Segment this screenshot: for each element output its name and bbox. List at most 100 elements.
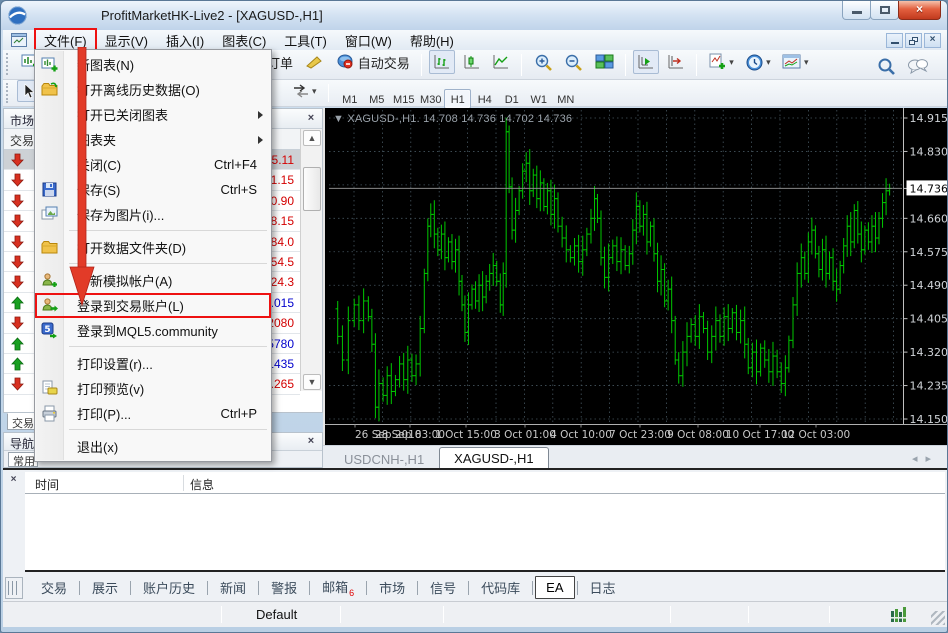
menubar-item-5[interactable]: 工具(T) — [275, 29, 336, 52]
terminal-tab-EA[interactable]: EA — [535, 576, 574, 599]
auto-scroll-icon — [637, 53, 655, 71]
terminal-header-row: 时间 信息 — [25, 472, 945, 494]
status-divider — [340, 606, 341, 623]
terminal-tab-邮箱[interactable]: 邮箱6 — [312, 574, 364, 601]
terminal-panel: × 时间 信息 交易展示账户历史新闻警报邮箱6市场信号代码库EA 日志 — [3, 468, 947, 601]
maximize-button[interactable] — [870, 1, 899, 20]
close-button[interactable]: × — [898, 1, 941, 20]
print-preview-icon — [41, 380, 58, 397]
chat-icon — [907, 57, 929, 75]
zoom-in-button[interactable] — [530, 50, 557, 74]
toolbar-grip-2[interactable] — [6, 83, 10, 103]
timeframe-button-h4[interactable]: H4 — [471, 89, 498, 109]
line-chart-mode-button[interactable] — [488, 50, 514, 74]
file-menu-item-15[interactable]: 打印设置(r)... — [35, 351, 271, 376]
mdi-restore-button[interactable] — [905, 33, 922, 48]
file-menu-item-19[interactable]: 退出(x) — [35, 434, 271, 459]
search-button[interactable] — [873, 54, 900, 78]
autotrading-label: 自动交易 — [358, 53, 410, 72]
market-watch-scrollbar[interactable]: ▲ ▼ — [300, 129, 322, 391]
menubar-item-7[interactable]: 帮助(H) — [401, 29, 463, 52]
time-column-header[interactable]: 时间 — [35, 476, 59, 493]
templates-dropdown-arrow[interactable]: ▾ — [804, 57, 809, 68]
indicators-button[interactable]: ▾ — [704, 50, 738, 74]
navigator-close-icon[interactable]: × — [304, 435, 318, 449]
timeframe-button-w1[interactable]: W1 — [525, 89, 552, 109]
autotrading-button[interactable]: 自动交易 — [332, 50, 414, 74]
svg-text:9 Oct 08:00: 9 Oct 08:00 — [667, 429, 729, 441]
terminal-tab-新闻[interactable]: 新闻 — [210, 575, 256, 600]
timeframe-button-d1[interactable]: D1 — [498, 89, 525, 109]
line-style-tool-button[interactable]: ▾ — [288, 80, 321, 102]
mql5-icon: 5 — [41, 322, 58, 339]
title-bar: ProfitMarketHK-Live2 - [XAGUSD-,H1] × — [1, 1, 948, 30]
price-chart[interactable]: 14.91514.83014.73614.66014.57514.49014.4… — [325, 108, 947, 445]
bar-chart-mode-button[interactable] — [429, 50, 455, 74]
tab-separator — [207, 581, 208, 595]
chart-tab-2[interactable]: XAGUSD-,H1 — [439, 447, 548, 469]
auto-scroll-button[interactable] — [633, 50, 659, 74]
market-watch-close-icon[interactable]: × — [304, 112, 318, 126]
scrollbar-thumb[interactable] — [303, 167, 321, 211]
chart-shift-button[interactable] — [663, 50, 689, 74]
terminal-tab-展示[interactable]: 展示 — [82, 575, 128, 600]
candlestick-mode-button[interactable] — [459, 50, 485, 74]
timeframe-button-m30[interactable]: M30 — [417, 89, 444, 109]
message-column-header[interactable]: 信息 — [190, 476, 214, 493]
svg-text:14.490: 14.490 — [910, 279, 948, 292]
terminal-close-icon[interactable]: × — [7, 474, 20, 487]
mdi-minimize-button[interactable] — [886, 33, 903, 48]
menu-bar: 文件(F)显示(V)插入(I)图表(C)工具(T)窗口(W)帮助(H) × — [3, 30, 947, 50]
terminal-grip-icon[interactable] — [5, 577, 23, 599]
terminal-tab-代码库[interactable]: 代码库 — [471, 575, 530, 600]
terminal-tab-交易[interactable]: 交易 — [31, 575, 77, 600]
timeframe-button-m15[interactable]: M15 — [390, 89, 417, 109]
tile-windows-button[interactable] — [591, 50, 618, 74]
maximize-icon — [880, 6, 890, 14]
chart-window[interactable]: 14.91514.83014.73614.66014.57514.49014.4… — [323, 108, 947, 445]
submenu-arrow-icon — [258, 136, 263, 144]
templates-button[interactable]: ▾ — [778, 50, 813, 74]
file-menu-item-16[interactable]: 打印预览(v) — [35, 376, 271, 401]
line-style-dropdown-arrow[interactable]: ▾ — [312, 86, 317, 97]
chart-tab-1[interactable]: USDCNH-,H1 — [329, 448, 439, 469]
file-menu-item-17[interactable]: 打印(P)...Ctrl+P — [35, 401, 271, 426]
indicators-dropdown-arrow[interactable]: ▾ — [729, 57, 734, 68]
line-style-tool-icon — [292, 83, 310, 99]
scroll-down-icon[interactable]: ▼ — [303, 374, 321, 390]
scroll-up-icon[interactable]: ▲ — [303, 130, 321, 146]
terminal-tab-警报[interactable]: 警报 — [261, 575, 307, 600]
close-icon: × — [899, 2, 940, 16]
chat-button[interactable] — [903, 54, 933, 78]
tab-scroll-right-icon[interactable]: ▸ — [925, 453, 939, 465]
zoom-out-button[interactable] — [560, 50, 587, 74]
mdi-minimize-icon — [891, 42, 899, 44]
timeframe-button-m1[interactable]: M1 — [336, 89, 363, 109]
menubar-item-6[interactable]: 窗口(W) — [336, 29, 401, 52]
toolbar-grip[interactable] — [6, 53, 10, 75]
status-divider — [829, 606, 830, 623]
templates-icon — [782, 53, 802, 71]
chart-symbol-header[interactable]: ▼ XAGUSD-,H1. 14.708 14.736 14.702 14.73… — [333, 113, 572, 125]
minimize-button[interactable] — [842, 1, 871, 20]
periods-dropdown-arrow[interactable]: ▾ — [766, 57, 771, 68]
terminal-tab-市场[interactable]: 市场 — [369, 575, 415, 600]
window-title: ProfitMarketHK-Live2 - [XAGUSD-,H1] — [101, 8, 323, 23]
arrow-down-icon — [11, 255, 24, 269]
profile-name[interactable]: Default — [256, 607, 297, 622]
resize-grip[interactable] — [931, 611, 945, 625]
tab-scroll-left-icon[interactable]: ◂ — [912, 453, 926, 465]
periods-button[interactable]: ▾ — [741, 50, 775, 74]
mdi-close-button[interactable]: × — [924, 33, 941, 48]
timeframe-button-mn[interactable]: MN — [552, 89, 579, 109]
arrow-down-icon — [11, 214, 24, 228]
terminal-tab-账户历史[interactable]: 账户历史 — [133, 575, 205, 600]
new-chart-icon — [41, 56, 58, 73]
status-bar: Default — [3, 601, 947, 627]
file-menu-item-13[interactable]: 5登录到MQL5.community — [35, 318, 271, 343]
timeframe-button-m5[interactable]: M5 — [363, 89, 390, 109]
quick-trade-button[interactable] — [300, 50, 328, 74]
terminal-tab-信号[interactable]: 信号 — [420, 575, 466, 600]
timeframe-button-h1[interactable]: H1 — [444, 89, 471, 109]
terminal-tab-日志[interactable]: 日志 — [580, 575, 626, 600]
